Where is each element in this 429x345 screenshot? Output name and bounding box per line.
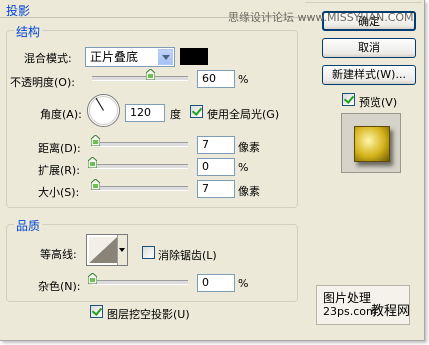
opacity-slider-thumb[interactable] (145, 69, 155, 80)
cancel-button[interactable]: 取消 (322, 38, 416, 58)
right-divider (305, 2, 422, 3)
watermark-line2: 23ps.com (323, 305, 377, 318)
preview-checkbox[interactable] (342, 93, 355, 106)
opacity-unit: % (238, 73, 249, 86)
spread-input[interactable]: 0 (197, 158, 235, 176)
size-slider-thumb[interactable] (90, 179, 100, 190)
contour-dropdown-icon[interactable] (117, 235, 127, 265)
spread-slider-thumb[interactable] (88, 157, 97, 168)
blend-mode-value: 正片叠底 (90, 50, 139, 64)
anti-alias-label: 消除锯齿(L) (158, 249, 217, 262)
contour-picker[interactable] (86, 234, 128, 266)
chevron-down-icon[interactable] (158, 49, 173, 65)
drop-shadow-dialog: 投影 结构 混合模式: 正片叠底 不透明度(O): 60 % 角度(A): 12… (0, 0, 425, 341)
blend-mode-label: 混合模式: (24, 52, 72, 65)
angle-label: 角度(A): (40, 108, 82, 121)
global-light-checkbox[interactable] (190, 105, 203, 118)
global-light-label: 使用全局光(G) (207, 108, 280, 121)
noise-slider-track[interactable] (92, 280, 188, 285)
watermark-line1: 图片处理 (323, 291, 372, 305)
style-preview-thumbnail (341, 113, 401, 173)
angle-unit: 度 (170, 108, 181, 121)
distance-input[interactable]: 7 (197, 136, 235, 154)
top-watermark: 思缘设计论坛 www.MISSYUAN.COM (228, 11, 414, 24)
angle-input[interactable]: 120 (125, 104, 165, 122)
size-label: 大小(S): (38, 186, 80, 199)
size-input[interactable]: 7 (197, 180, 235, 198)
angle-dial[interactable] (86, 93, 121, 128)
size-slider-track[interactable] (92, 186, 188, 191)
size-unit: 像素 (238, 185, 260, 198)
quality-title: 品质 (14, 217, 43, 234)
preview-label: 预览(V) (359, 96, 398, 109)
gold-square-preview (354, 126, 390, 162)
contour-label: 等高线: (40, 248, 77, 261)
watermark-line1b: 教程网 (371, 304, 411, 319)
knockout-checkbox[interactable] (90, 305, 103, 318)
noise-label: 杂色(N): (38, 280, 81, 293)
bottom-watermark: 图片处理 23ps.com 教程网 (316, 285, 410, 325)
shadow-color-swatch[interactable] (180, 48, 208, 65)
spread-unit: % (238, 161, 249, 174)
knockout-label: 图层挖空投影(U) (107, 308, 190, 321)
blend-mode-select[interactable]: 正片叠底 (85, 47, 175, 67)
contour-preview-icon (89, 237, 117, 263)
distance-slider-track[interactable] (92, 142, 188, 147)
structure-title: 结构 (14, 23, 43, 40)
distance-slider-thumb[interactable] (90, 135, 100, 146)
noise-slider-thumb[interactable] (88, 273, 97, 284)
noise-input[interactable]: 0 (197, 274, 235, 292)
opacity-input[interactable]: 60 (197, 70, 235, 88)
opacity-slider-track[interactable] (92, 76, 188, 81)
distance-unit: 像素 (238, 141, 260, 154)
distance-label: 距离(D): (38, 142, 81, 155)
spread-label: 扩展(R): (38, 164, 80, 177)
anti-alias-checkbox[interactable] (142, 246, 155, 259)
new-style-button[interactable]: 新建样式(W)... (322, 65, 416, 85)
noise-unit: % (238, 277, 249, 290)
opacity-label: 不透明度(O): (10, 76, 75, 89)
spread-slider-track[interactable] (92, 164, 188, 169)
